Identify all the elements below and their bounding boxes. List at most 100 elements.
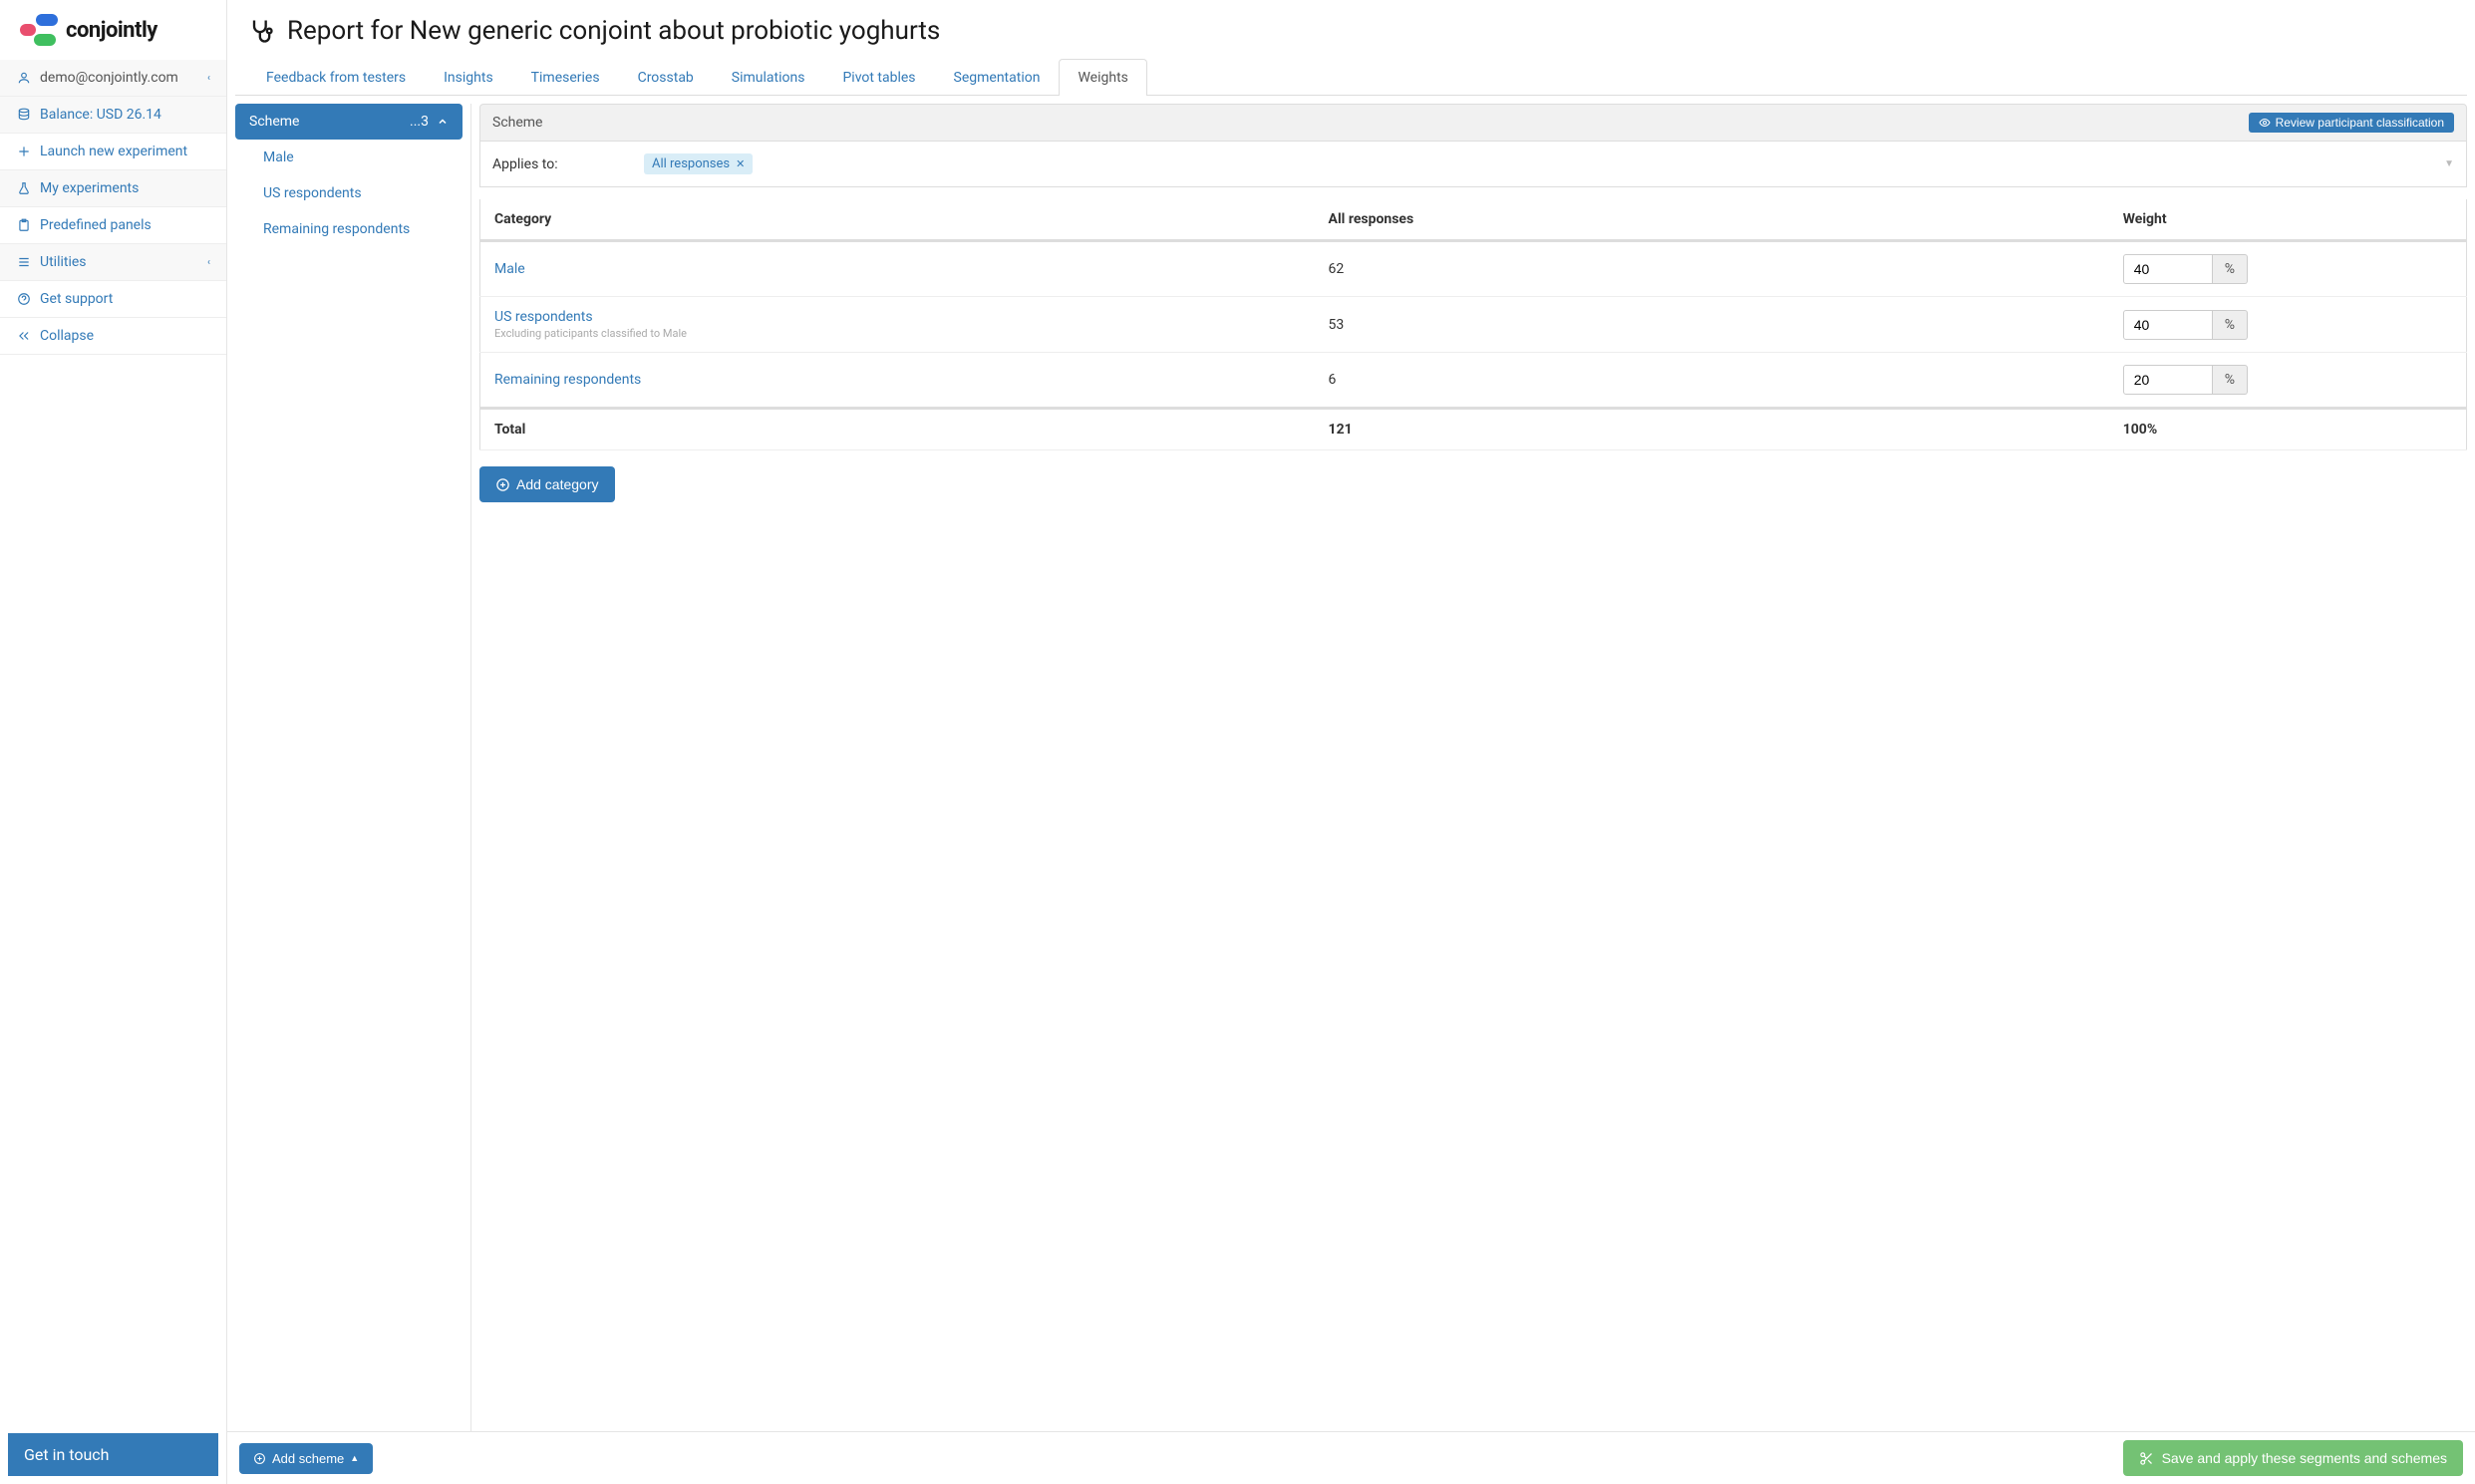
- th-weight: Weight: [2109, 199, 2467, 241]
- tab-insights[interactable]: Insights: [425, 59, 512, 96]
- responses-value: 62: [1315, 241, 2109, 297]
- save-apply-label: Save and apply these segments and scheme…: [2162, 1450, 2447, 1466]
- page-title: Report for New generic conjoint about pr…: [287, 16, 940, 46]
- detail-panel-header: Scheme Review participant classification: [479, 104, 2467, 142]
- get-in-touch-label: Get in touch: [24, 1445, 110, 1464]
- experiments-label: My experiments: [40, 180, 139, 196]
- stethoscope-icon: [247, 17, 275, 45]
- support-label: Get support: [40, 291, 113, 307]
- scissors-icon: [2139, 1451, 2154, 1466]
- eye-icon: [2259, 117, 2271, 129]
- tab-crosstab[interactable]: Crosstab: [619, 59, 713, 96]
- total-weight: 100%: [2109, 409, 2467, 450]
- tab-pivot[interactable]: Pivot tables: [823, 59, 934, 96]
- add-category-label: Add category: [516, 476, 599, 492]
- scheme-count: ...3: [410, 114, 429, 130]
- responses-value: 53: [1315, 297, 2109, 353]
- sidebar-launch-experiment[interactable]: Launch new experiment: [0, 134, 226, 170]
- total-label: Total: [480, 409, 1315, 450]
- review-button-label: Review participant classification: [2276, 116, 2444, 130]
- category-link-remaining[interactable]: Remaining respondents: [494, 372, 641, 388]
- weight-input-male[interactable]: [2123, 254, 2213, 284]
- scheme-item-remaining[interactable]: Remaining respondents: [235, 211, 463, 247]
- tab-timeseries[interactable]: Timeseries: [512, 59, 619, 96]
- get-in-touch-button[interactable]: Get in touch: [8, 1433, 218, 1476]
- brand-name: conjointly: [66, 18, 157, 43]
- brand-logo[interactable]: conjointly: [0, 0, 226, 60]
- sidebar-balance[interactable]: Balance: USD 26.14: [0, 97, 226, 134]
- chevron-down-icon[interactable]: ▼: [2444, 158, 2454, 169]
- launch-label: Launch new experiment: [40, 144, 187, 159]
- applies-to-label: Applies to:: [492, 156, 632, 172]
- scheme-detail-panel: Scheme Review participant classification…: [470, 104, 2467, 1476]
- user-icon: [16, 71, 32, 85]
- list-icon: [16, 255, 32, 269]
- add-category-button[interactable]: Add category: [479, 466, 615, 502]
- review-classification-button[interactable]: Review participant classification: [2249, 113, 2454, 133]
- collapse-label: Collapse: [40, 328, 94, 344]
- category-subtext: Excluding paticipants classified to Male: [494, 327, 1301, 340]
- add-scheme-button[interactable]: Add scheme ▲: [239, 1443, 373, 1474]
- plus-circle-icon: [495, 477, 510, 492]
- scheme-list-panel: Scheme ...3 Male US respondents Remainin…: [235, 104, 463, 1476]
- percent-addon: %: [2213, 365, 2248, 395]
- tab-feedback[interactable]: Feedback from testers: [247, 59, 425, 96]
- sidebar-collapse[interactable]: Collapse: [0, 318, 226, 355]
- sidebar-predefined-panels[interactable]: Predefined panels: [0, 207, 226, 244]
- scheme-item-us[interactable]: US respondents: [235, 175, 463, 211]
- add-scheme-label: Add scheme: [272, 1451, 344, 1466]
- chevron-left-icon: ‹: [207, 73, 210, 84]
- main-content: Report for New generic conjoint about pr…: [227, 0, 2475, 1484]
- sidebar-user-email[interactable]: demo@conjointly.com ‹: [0, 60, 226, 97]
- utilities-label: Utilities: [40, 254, 87, 270]
- table-row: Male 62 %: [480, 241, 2467, 297]
- logo-icon: [20, 14, 58, 46]
- applies-to-row: Applies to: All responses ✕ ▼: [479, 142, 2467, 187]
- sidebar-support[interactable]: Get support: [0, 281, 226, 318]
- sidebar-my-experiments[interactable]: My experiments: [0, 170, 226, 207]
- user-email-label: demo@conjointly.com: [40, 70, 178, 86]
- percent-addon: %: [2213, 310, 2248, 340]
- chip-remove-icon[interactable]: ✕: [736, 157, 745, 170]
- help-icon: [16, 292, 32, 306]
- chevrons-left-icon: [16, 329, 32, 343]
- table-row: US respondents Excluding paticipants cla…: [480, 297, 2467, 353]
- th-responses: All responses: [1315, 199, 2109, 241]
- category-link-us[interactable]: US respondents: [494, 309, 593, 325]
- chevron-up-icon: [437, 116, 449, 128]
- chevron-left-icon: ‹: [207, 257, 210, 268]
- flask-icon: [16, 181, 32, 195]
- weight-input-us[interactable]: [2123, 310, 2213, 340]
- scheme-header[interactable]: Scheme ...3: [235, 104, 463, 140]
- tab-weights[interactable]: Weights: [1059, 59, 1146, 96]
- plus-icon: [16, 145, 32, 158]
- table-row: Remaining respondents 6 %: [480, 353, 2467, 409]
- table-total-row: Total 121 100%: [480, 409, 2467, 450]
- clipboard-icon: [16, 218, 32, 232]
- chip-all-responses: All responses ✕: [644, 153, 753, 174]
- sidebar: conjointly demo@conjointly.com ‹ Balance…: [0, 0, 227, 1484]
- category-link-male[interactable]: Male: [494, 261, 525, 277]
- caret-up-icon: ▲: [350, 1453, 359, 1463]
- total-responses: 121: [1315, 409, 2109, 450]
- scheme-header-label: Scheme: [249, 114, 299, 130]
- weight-input-remaining[interactable]: [2123, 365, 2213, 395]
- database-icon: [16, 108, 32, 122]
- panels-label: Predefined panels: [40, 217, 152, 233]
- th-category: Category: [480, 199, 1315, 241]
- detail-header-label: Scheme: [492, 115, 542, 131]
- report-tabs: Feedback from testers Insights Timeserie…: [235, 58, 2467, 96]
- footer-bar: Add scheme ▲ Save and apply these segmen…: [227, 1431, 2475, 1484]
- tab-segmentation[interactable]: Segmentation: [935, 59, 1060, 96]
- sidebar-utilities[interactable]: Utilities ‹: [0, 244, 226, 281]
- plus-circle-icon: [253, 1452, 266, 1465]
- applies-to-chips[interactable]: All responses ✕ ▼: [644, 153, 2454, 174]
- tab-simulations[interactable]: Simulations: [713, 59, 824, 96]
- balance-label: Balance: USD 26.14: [40, 107, 161, 123]
- scheme-item-male[interactable]: Male: [235, 140, 463, 175]
- chip-label: All responses: [652, 156, 730, 171]
- save-apply-button[interactable]: Save and apply these segments and scheme…: [2123, 1440, 2463, 1476]
- weights-table: Category All responses Weight Male 62: [479, 199, 2467, 450]
- page-title-row: Report for New generic conjoint about pr…: [227, 0, 2475, 58]
- percent-addon: %: [2213, 254, 2248, 284]
